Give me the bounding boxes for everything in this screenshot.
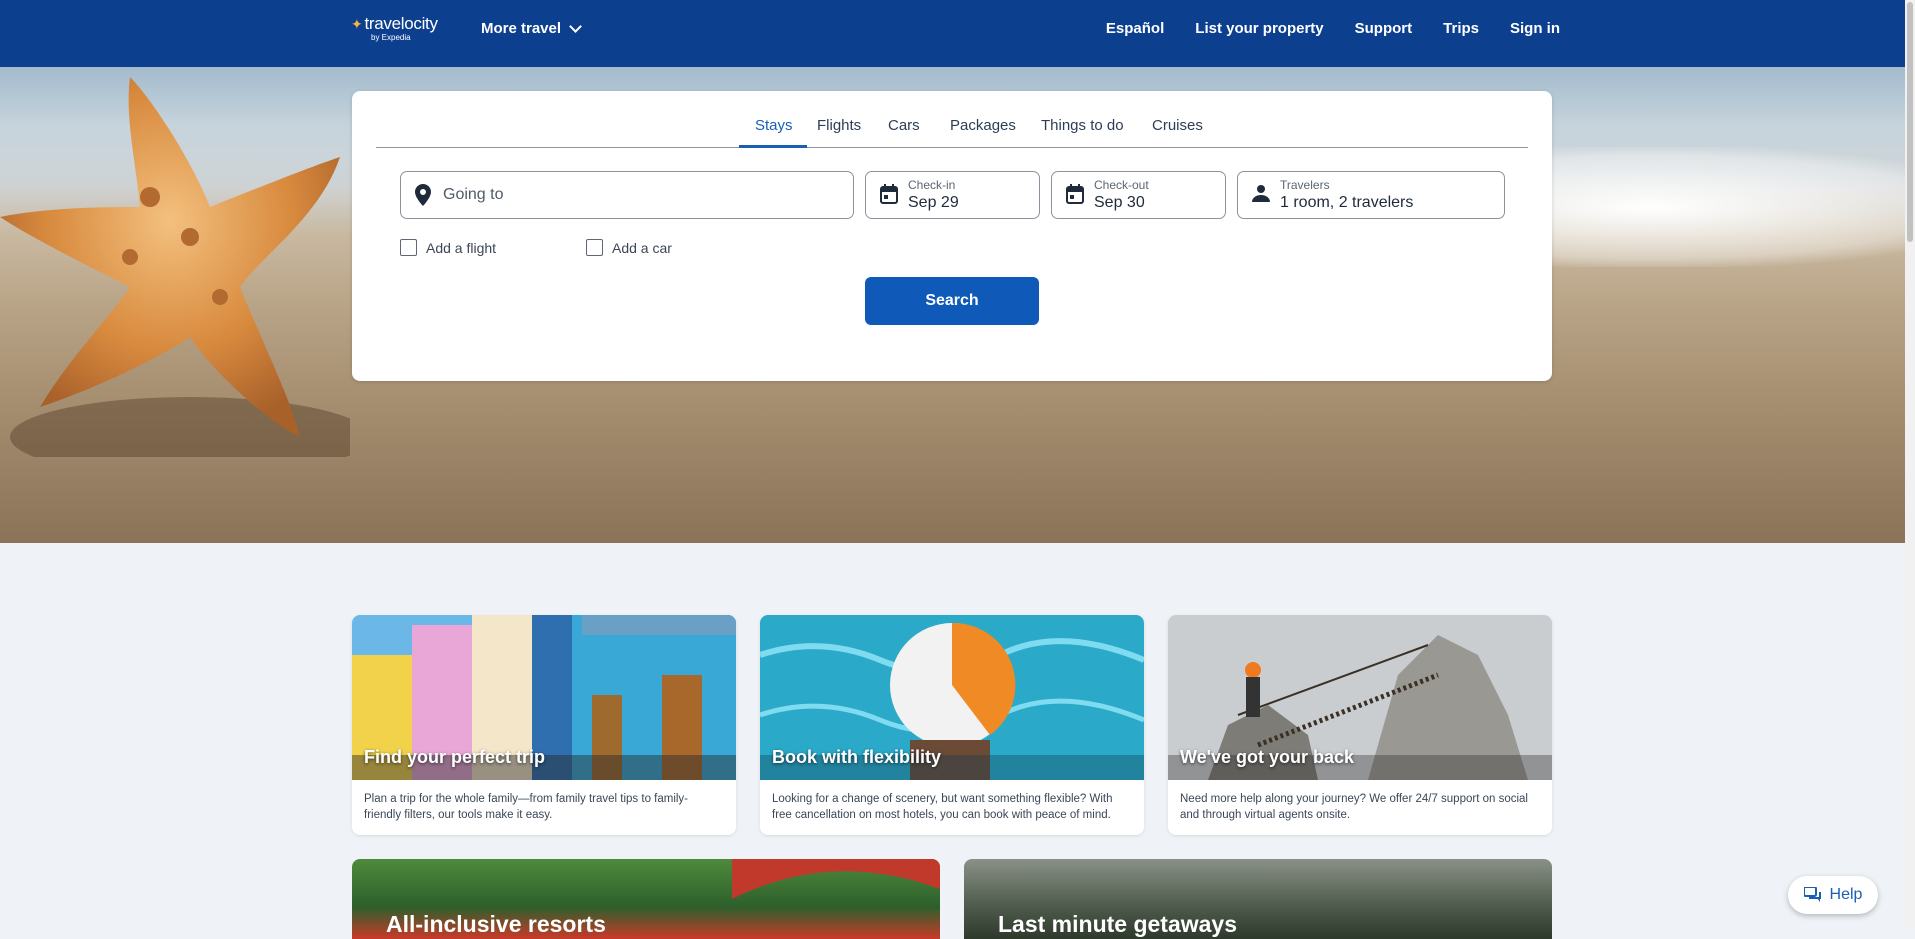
- checkout-value: Sep 30: [1094, 194, 1145, 211]
- search-card: Stays Flights Cars Packages Things to do…: [352, 91, 1552, 381]
- more-travel-label: More travel: [481, 20, 562, 37]
- scrollbar-thumb[interactable]: [1907, 2, 1913, 242]
- chat-bubble-icon: [1803, 887, 1821, 902]
- going-to-placeholder: Going to: [443, 186, 504, 203]
- promo-title: Last minute getaways: [998, 911, 1238, 937]
- feature-card-perfect-trip[interactable]: Find your perfect trip Plan a trip for t…: [352, 615, 736, 835]
- tab-packages[interactable]: Packages: [950, 117, 1016, 134]
- sign-in-link[interactable]: Sign in: [1510, 20, 1560, 37]
- card-description: Looking for a change of scenery, but wan…: [772, 793, 1113, 821]
- top-navigation: ✦ travelocity by Expedia More travel Espa…: [0, 0, 1905, 67]
- going-to-input[interactable]: Going to: [400, 171, 854, 219]
- card-description: Need more help along your journey? We of…: [1180, 793, 1528, 821]
- tab-cruises[interactable]: Cruises: [1152, 117, 1203, 134]
- search-tabs: Stays Flights Cars Packages Things to do…: [376, 91, 1528, 148]
- checkout-field[interactable]: Check-out Sep 30: [1051, 171, 1226, 219]
- add-car-checkbox[interactable]: Add a car: [586, 239, 672, 256]
- tab-flights[interactable]: Flights: [817, 117, 861, 134]
- calendar-icon: [880, 184, 898, 204]
- support-link[interactable]: Support: [1355, 20, 1413, 37]
- help-button[interactable]: Help: [1788, 876, 1878, 914]
- feature-card-flexibility[interactable]: Book with flexibility Looking for a chan…: [760, 615, 1144, 835]
- calendar-icon: [1066, 184, 1084, 204]
- travelers-label: Travelers: [1280, 178, 1330, 192]
- add-flight-label: Add a flight: [426, 239, 497, 256]
- logo-byline: by Expedia: [371, 33, 411, 42]
- umbrella-image: [732, 859, 940, 899]
- logo-star-icon: ✦: [351, 16, 363, 32]
- tab-cars[interactable]: Cars: [888, 117, 920, 134]
- logo-wordmark: travelocity: [364, 14, 438, 33]
- list-property-link[interactable]: List your property: [1195, 20, 1323, 37]
- card-title: Book with flexibility: [772, 747, 942, 767]
- more-travel-menu[interactable]: More travel: [481, 19, 582, 37]
- tab-things-to-do[interactable]: Things to do: [1041, 117, 1124, 134]
- trips-link[interactable]: Trips: [1443, 20, 1479, 37]
- language-link[interactable]: Español: [1106, 20, 1164, 37]
- checkbox-box[interactable]: [586, 239, 603, 256]
- checkout-label: Check-out: [1094, 178, 1149, 192]
- add-car-label: Add a car: [612, 239, 672, 256]
- chevron-down-icon: [569, 19, 582, 33]
- checkin-value: Sep 29: [908, 194, 959, 211]
- card-title: Find your perfect trip: [364, 747, 546, 767]
- promo-title: All-inclusive resorts: [386, 911, 606, 937]
- checkbox-box[interactable]: [400, 239, 417, 256]
- starfish-image: [0, 77, 350, 457]
- checkin-label: Check-in: [908, 178, 956, 192]
- checkin-field[interactable]: Check-in Sep 29: [865, 171, 1040, 219]
- location-pin-icon: [415, 184, 431, 206]
- card-title: We've got your back: [1180, 747, 1354, 767]
- page-scrollbar[interactable]: [1905, 0, 1915, 928]
- travelers-field[interactable]: Travelers 1 room, 2 travelers: [1237, 171, 1505, 219]
- promo-all-inclusive[interactable]: All-inclusive resorts: [352, 859, 940, 939]
- promo-last-minute[interactable]: Last minute getaways: [964, 859, 1552, 939]
- card-description: Plan a trip for the whole family—from fa…: [364, 793, 689, 821]
- travelocity-logo[interactable]: ✦ travelocity by Expedia: [351, 15, 438, 43]
- search-button[interactable]: Search: [865, 277, 1039, 325]
- add-flight-checkbox[interactable]: Add a flight: [400, 239, 496, 256]
- help-label: Help: [1829, 886, 1863, 903]
- person-icon: [1252, 185, 1270, 202]
- tab-stays[interactable]: Stays: [739, 117, 806, 148]
- travelers-value: 1 room, 2 travelers: [1280, 194, 1414, 211]
- header-nav: Español List your property Support Trips…: [1106, 20, 1560, 37]
- feature-card-support[interactable]: We've got your back Need more help along…: [1168, 615, 1552, 835]
